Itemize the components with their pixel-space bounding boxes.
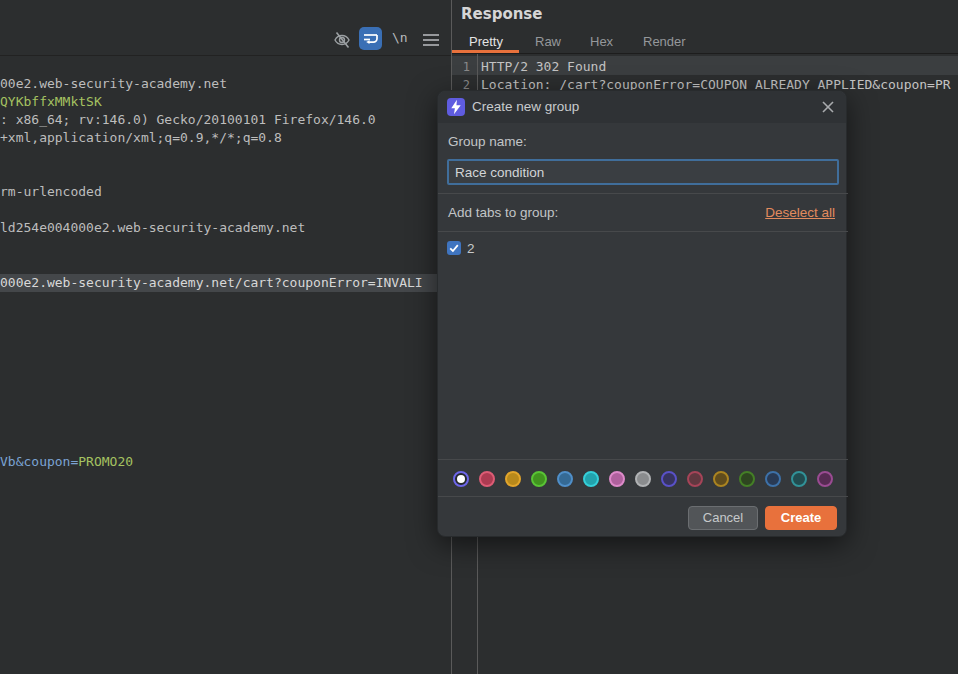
code-segment: ld254e004000e2.web-security-academy.net xyxy=(0,220,305,235)
soft-wrap-icon xyxy=(359,27,382,50)
tab-item-label: 2 xyxy=(467,241,475,256)
request-editor-line[interactable]: rm-urlencoded xyxy=(0,183,451,201)
response-tab-render[interactable]: Render xyxy=(643,34,686,49)
code-segment: rm-urlencoded xyxy=(0,184,102,199)
color-swatch-11[interactable] xyxy=(739,471,755,487)
color-swatch-10[interactable] xyxy=(713,471,729,487)
code-segment: 00e2.web-security-academy.net xyxy=(0,76,227,91)
response-tab-raw[interactable]: Raw xyxy=(535,34,561,49)
hamburger-menu-icon[interactable] xyxy=(423,34,439,48)
code-segment: QYKbffxMMktSK xyxy=(0,94,102,109)
code-segment: Vb&coupon= xyxy=(0,454,78,469)
response-tab-hex[interactable]: Hex xyxy=(590,34,613,49)
group-name-label: Group name: xyxy=(448,134,527,149)
hide-eye-icon[interactable] xyxy=(332,29,352,49)
response-title: Response xyxy=(461,5,542,23)
burp-window: \n 00e2.web-security-academy.net QYKbffxM… xyxy=(0,0,958,674)
cancel-button[interactable]: Cancel xyxy=(688,506,758,530)
close-icon[interactable] xyxy=(821,100,835,114)
color-swatch-1[interactable] xyxy=(479,471,495,487)
color-swatch-row xyxy=(453,471,833,487)
color-swatch-6[interactable] xyxy=(609,471,625,487)
request-editor-line[interactable]: Vb&coupon=PROMO20 xyxy=(0,453,451,471)
color-swatch-14[interactable] xyxy=(817,471,833,487)
dialog-title: Create new group xyxy=(472,91,579,123)
color-swatch-2[interactable] xyxy=(505,471,521,487)
lightning-icon xyxy=(447,98,465,116)
create-group-dialog: Create new group Group name: Add tabs to… xyxy=(437,90,847,537)
request-editor-line[interactable]: 00e2.web-security-academy.net xyxy=(0,75,451,93)
color-swatch-13[interactable] xyxy=(791,471,807,487)
color-swatch-7[interactable] xyxy=(635,471,651,487)
deselect-all-link[interactable]: Deselect all xyxy=(765,205,835,220)
line-number: 1 xyxy=(452,58,470,76)
color-swatch-4[interactable] xyxy=(557,471,573,487)
code-segment: : x86_64; rv:146.0) Gecko/20100101 Firef… xyxy=(0,112,376,127)
request-editor-line[interactable]: : x86_64; rv:146.0) Gecko/20100101 Firef… xyxy=(0,111,451,129)
request-editor-line[interactable]: +xml,application/xml;q=0.9,*/*;q=0.8 xyxy=(0,129,451,147)
code-segment: 000e2.web-security-academy.net/cart?coup… xyxy=(0,275,423,290)
response-code-line[interactable]: HTTP/2 302 Found xyxy=(481,58,606,76)
code-segment: PROMO20 xyxy=(78,454,133,469)
tab-checkbox[interactable] xyxy=(447,241,461,255)
create-button[interactable]: Create xyxy=(765,506,837,530)
request-editor-line[interactable]: 000e2.web-security-academy.net/cart?coup… xyxy=(0,274,451,292)
request-editor-line[interactable]: ld254e004000e2.web-security-academy.net xyxy=(0,219,451,237)
request-editor-line[interactable]: QYKbffxMMktSK xyxy=(0,93,451,111)
dialog-separator xyxy=(438,459,848,460)
color-swatch-0[interactable] xyxy=(453,471,469,487)
response-tab-pretty[interactable]: Pretty xyxy=(469,34,503,49)
dialog-separator xyxy=(438,193,848,194)
newline-toggle[interactable]: \n xyxy=(392,30,408,45)
color-swatch-8[interactable] xyxy=(661,471,677,487)
add-tabs-label: Add tabs to group: xyxy=(448,205,558,220)
code-segment: +xml,application/xml;q=0.9,*/*;q=0.8 xyxy=(0,130,282,145)
toolbar-separator xyxy=(0,55,451,56)
soft-wrap-button[interactable] xyxy=(359,27,382,50)
tabs-separator xyxy=(452,53,958,54)
dialog-separator xyxy=(438,231,848,232)
color-swatch-3[interactable] xyxy=(531,471,547,487)
dialog-titlebar: Create new group xyxy=(438,91,846,123)
color-swatch-9[interactable] xyxy=(687,471,703,487)
color-swatch-12[interactable] xyxy=(765,471,781,487)
dialog-separator xyxy=(438,496,848,497)
group-name-input[interactable] xyxy=(447,159,839,185)
color-swatch-5[interactable] xyxy=(583,471,599,487)
